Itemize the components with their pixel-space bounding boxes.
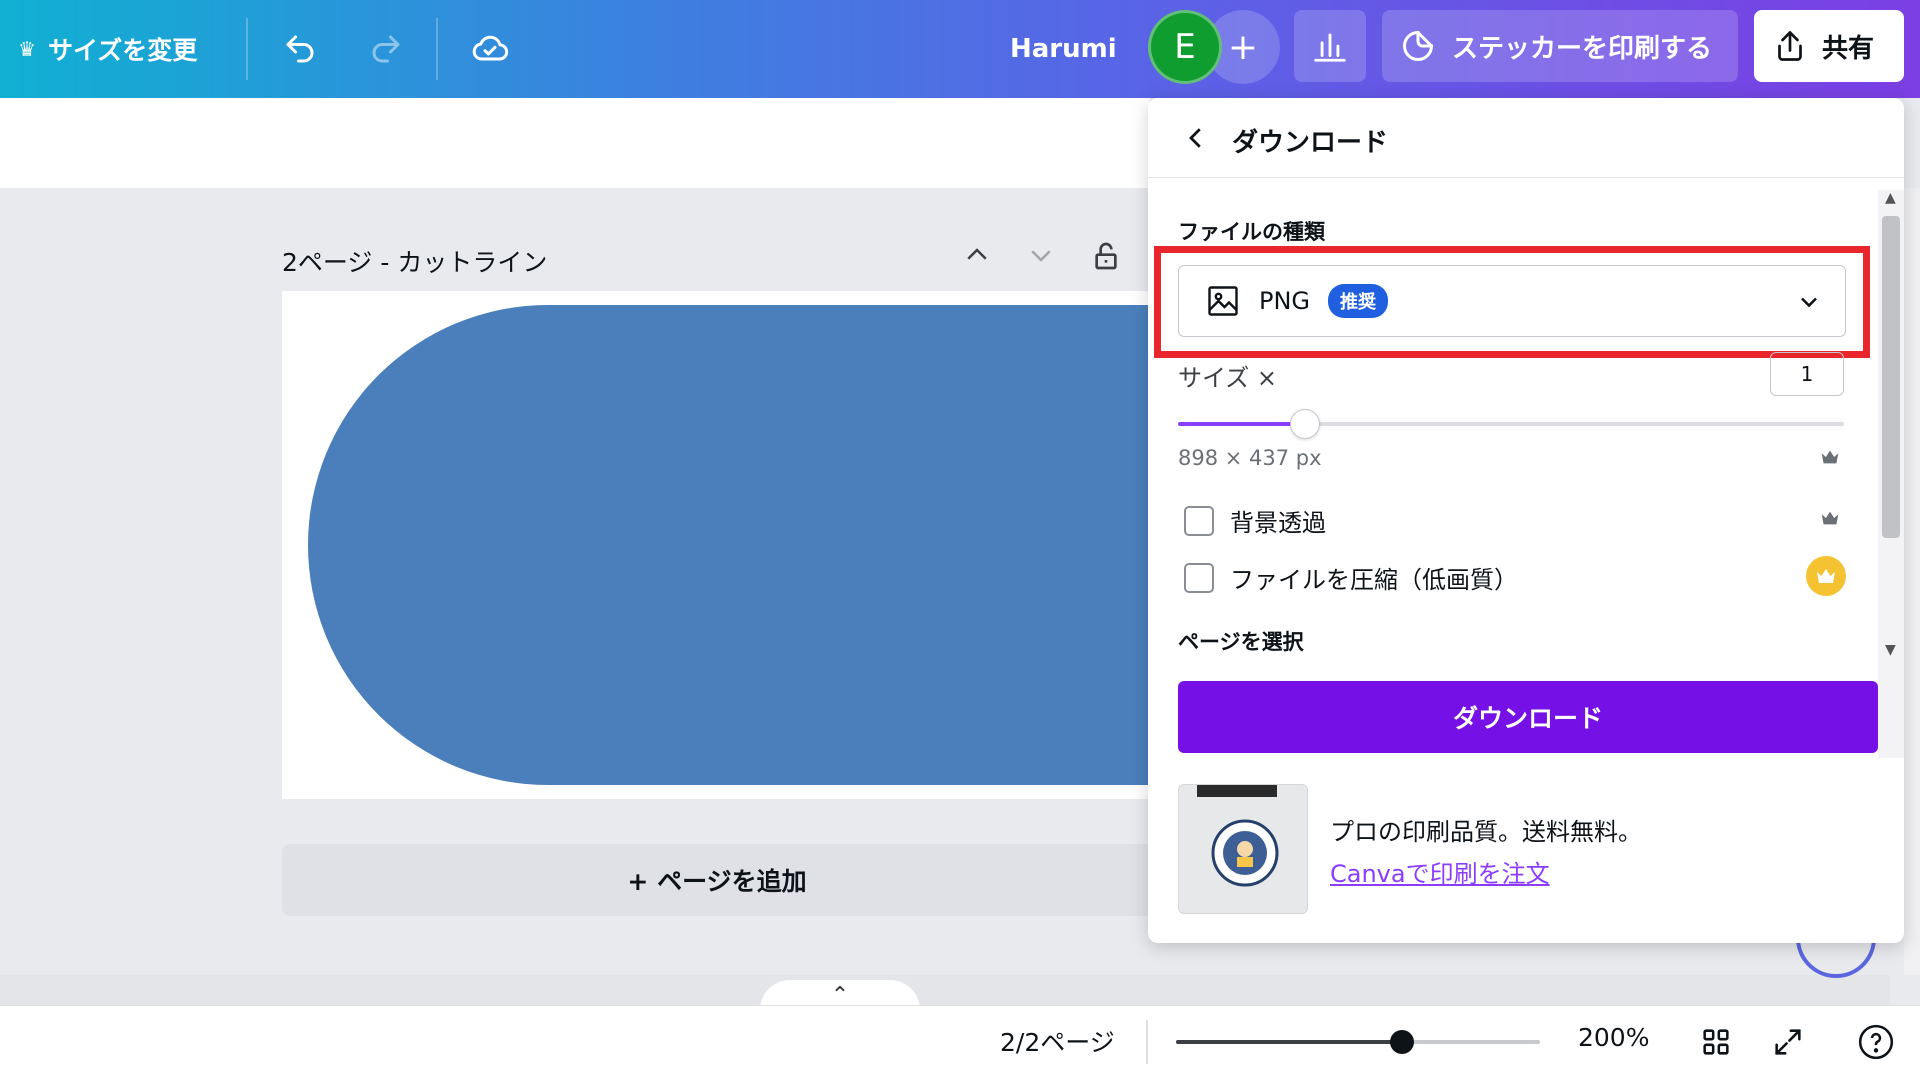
add-page-button[interactable]: + ページを追加 — [282, 844, 1152, 916]
size-slider-handle[interactable] — [1289, 409, 1320, 439]
image-icon — [1208, 286, 1238, 316]
scroll-up-arrow-icon[interactable]: ▲ — [1885, 190, 1896, 206]
crown-icon — [1816, 504, 1844, 532]
compress-option[interactable]: ファイルを圧縮（低画質） — [1184, 560, 1518, 595]
zoom-slider-handle[interactable] — [1389, 1030, 1414, 1054]
dimensions-text: 898 × 437 px — [1178, 446, 1322, 470]
crown-icon — [1816, 443, 1844, 471]
bottombar-divider — [1146, 1020, 1148, 1064]
redo-button[interactable] — [356, 0, 416, 98]
file-type-value: PNG — [1259, 287, 1311, 315]
chevron-down-icon — [1801, 297, 1817, 308]
help-button[interactable] — [1854, 1020, 1898, 1064]
username: Harumi — [1010, 34, 1117, 64]
fullscreen-button[interactable] — [1766, 1020, 1810, 1064]
lock-page-button[interactable] — [1090, 240, 1122, 279]
zoom-slider-fill — [1176, 1040, 1402, 1044]
transparent-bg-label: 背景透過 — [1230, 509, 1326, 537]
file-type-label: ファイルの種類 — [1178, 220, 1325, 244]
insights-button[interactable] — [1294, 10, 1366, 82]
resize-label: サイズを変更 — [47, 36, 198, 65]
resize-button[interactable]: ♛ サイズを変更 — [18, 0, 197, 98]
cloud-check-icon — [472, 35, 509, 61]
page-counter[interactable]: 2/2ページ — [1000, 1023, 1115, 1059]
order-print-link[interactable]: Canvaで印刷を注文 — [1330, 854, 1550, 889]
zoom-level[interactable]: 200% — [1578, 1023, 1649, 1052]
compress-checkbox[interactable] — [1184, 562, 1214, 593]
promo-text: プロの印刷品質。送料無料。 — [1330, 818, 1642, 846]
size-label: サイズ × — [1178, 364, 1278, 392]
context-toolbar — [0, 98, 1150, 188]
plus-icon: + — [1227, 26, 1259, 68]
avatar-initial: E — [1174, 27, 1196, 67]
back-button[interactable] — [1174, 116, 1218, 160]
size-slider-fill — [1178, 422, 1305, 426]
chevron-down-icon — [1031, 250, 1051, 262]
grid-view-button[interactable] — [1694, 1020, 1738, 1064]
undo-button[interactable] — [270, 0, 330, 98]
download-button[interactable]: ダウンロード — [1178, 681, 1878, 753]
share-icon — [1778, 31, 1802, 61]
sticker-promo-image — [1178, 784, 1308, 914]
top-bar: ♛ サイズを変更 Harumi + E ステッカーを印刷する 共有 — [0, 0, 1920, 98]
file-type-select[interactable]: PNG 推奨 — [1178, 265, 1846, 337]
download-panel: ダウンロード ファイルの種類 PNG 推奨 サイズ × 1 898 × 437 … — [1148, 98, 1904, 943]
page-title[interactable]: 2ページ - カットライン — [282, 243, 547, 279]
topbar-divider — [436, 18, 438, 80]
avatar[interactable]: E — [1148, 10, 1222, 84]
help-icon — [1858, 1024, 1894, 1060]
crown-icon: ♛ — [18, 37, 36, 61]
print-sticker-button[interactable]: ステッカーを印刷する — [1382, 10, 1738, 82]
rounded-shape[interactable] — [308, 305, 1152, 785]
premium-crown-icon — [1806, 556, 1846, 596]
horizontal-scrollbar[interactable] — [0, 975, 1890, 1005]
undo-icon — [286, 35, 314, 63]
print-sticker-label: ステッカーを印刷する — [1452, 33, 1713, 64]
sticker-icon — [1403, 30, 1434, 61]
page-up-button[interactable] — [962, 240, 992, 277]
panel-scrollbar-thumb[interactable] — [1882, 216, 1900, 538]
redo-icon — [372, 35, 400, 63]
design-page[interactable] — [282, 291, 1152, 799]
transparent-bg-option[interactable]: 背景透過 — [1184, 503, 1326, 538]
share-button[interactable]: 共有 — [1754, 10, 1904, 82]
caret-up-icon: ⌃ — [830, 982, 850, 1008]
zoom-slider[interactable] — [1176, 1030, 1540, 1054]
panel-header: ダウンロード — [1148, 98, 1904, 178]
scroll-down-arrow-icon[interactable]: ▼ — [1885, 642, 1896, 658]
select-pages-label: ページを選択 — [1178, 630, 1304, 654]
bar-chart-icon — [1314, 33, 1346, 62]
chevron-up-icon — [967, 248, 987, 260]
grid-icon — [1703, 1029, 1729, 1055]
transparent-bg-checkbox[interactable] — [1184, 505, 1214, 536]
vertical-scrollbar[interactable] — [1904, 188, 1920, 975]
size-slider[interactable] — [1178, 409, 1844, 439]
size-input[interactable]: 1 — [1770, 352, 1844, 396]
topbar-divider — [246, 18, 248, 80]
compress-label: ファイルを圧縮（低画質） — [1230, 566, 1518, 594]
lock-icon — [1095, 242, 1117, 270]
page-down-button[interactable] — [1026, 240, 1056, 277]
panel-title: ダウンロード — [1232, 128, 1389, 158]
save-status-button[interactable] — [460, 0, 520, 98]
recommended-badge: 推奨 — [1328, 284, 1389, 318]
chevron-left-icon — [1189, 128, 1201, 148]
share-label: 共有 — [1822, 33, 1875, 64]
expand-icon — [1775, 1029, 1801, 1055]
